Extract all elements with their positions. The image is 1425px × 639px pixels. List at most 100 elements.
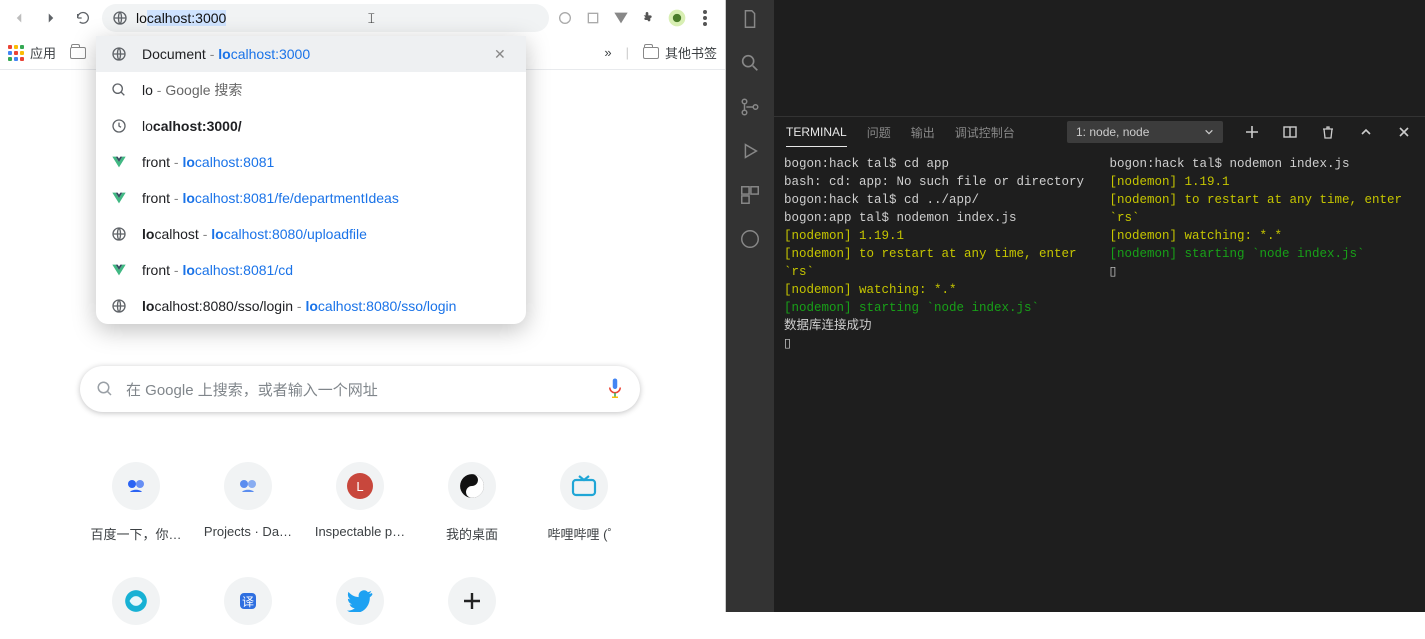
suggestion-row[interactable]: front - localhost:8081/fe/departmentIdea… <box>96 180 526 216</box>
source-control-icon[interactable] <box>737 94 763 120</box>
suggestion-row[interactable]: front - localhost:8081 <box>96 144 526 180</box>
suggestion-text: localhost:3000/ <box>142 118 512 134</box>
search-icon[interactable] <box>737 50 763 76</box>
profile-avatar[interactable] <box>667 8 687 28</box>
ntp-shortcuts: 百度一下，你… Projects · Da… L Inspectable p… 我… <box>80 462 640 639</box>
ntp-shortcut[interactable]: 百度一下，你… <box>80 462 192 543</box>
terminal-split: bogon:hack tal$ cd appbash: cd: app: No … <box>774 147 1425 612</box>
shortcut-tile <box>560 462 608 510</box>
chrome-menu-icon[interactable] <box>695 8 715 28</box>
ext-icon-2[interactable] <box>583 8 603 28</box>
suggestion-row[interactable]: Document - localhost:3000 ✕ <box>96 36 526 72</box>
suggestion-text: localhost:8080/sso/login - localhost:808… <box>142 298 512 314</box>
back-button[interactable] <box>6 5 32 31</box>
ntp-shortcut[interactable]: 我的桌面 <box>416 462 528 543</box>
terminal-selector[interactable]: 1: node, node <box>1067 121 1223 143</box>
other-bookmarks[interactable]: 其他书签 <box>643 43 717 62</box>
editor-area: TERMINAL 问题 输出 调试控制台 1: node, node bogon… <box>774 0 1425 612</box>
toolbar-right-icons <box>555 8 719 28</box>
search-icon <box>96 380 114 398</box>
terminal-line: [nodemon] to restart at any time, enter … <box>1110 191 1416 227</box>
terminal-line: [nodemon] watching: *.* <box>784 281 1090 299</box>
ext-icon-1[interactable] <box>555 8 575 28</box>
terminal-line: bogon:hack tal$ nodemon index.js <box>1110 155 1416 173</box>
tab-terminal[interactable]: TERMINAL <box>786 117 847 147</box>
shortcut-tile: 译 <box>224 577 272 625</box>
search-placeholder: 在 Google 上搜索，或者输入一个网址 <box>126 379 378 400</box>
voice-search-icon[interactable] <box>606 377 624 401</box>
forward-button[interactable] <box>38 5 64 31</box>
extensions-icon[interactable] <box>737 182 763 208</box>
apps-label: 应用 <box>30 43 56 62</box>
extensions-puzzle-icon[interactable] <box>639 8 659 28</box>
shortcut-tile: L <box>336 462 384 510</box>
new-terminal-icon[interactable] <box>1243 123 1261 141</box>
terminal-line: ▯ <box>1110 263 1416 281</box>
vscode-window: TERMINAL 问题 输出 调试控制台 1: node, node bogon… <box>726 0 1425 612</box>
tab-debug-console[interactable]: 调试控制台 <box>955 117 1015 147</box>
activity-bar <box>726 0 774 612</box>
split-terminal-icon[interactable] <box>1281 123 1299 141</box>
ntp-shortcut[interactable]: L Inspectable p… <box>304 462 416 543</box>
reload-button[interactable] <box>70 5 96 31</box>
remove-suggestion-icon[interactable]: ✕ <box>494 46 512 63</box>
apps-shortcut[interactable]: 应用 <box>8 43 56 62</box>
terminal-line: bogon:hack tal$ cd app <box>784 155 1090 173</box>
run-debug-icon[interactable] <box>737 138 763 164</box>
ntp-shortcut[interactable]: 译 <box>192 577 304 639</box>
suggestion-row[interactable]: localhost:8080/sso/login - localhost:808… <box>96 288 526 324</box>
terminal-right[interactable]: bogon:hack tal$ nodemon index.js [nodemon… <box>1100 147 1425 612</box>
suggestion-row[interactable]: lo - Google 搜索 <box>96 72 526 108</box>
vue-icon <box>110 261 128 279</box>
suggestion-text: front - localhost:8081/cd <box>142 262 512 278</box>
globe-icon <box>112 10 128 26</box>
apps-grid-icon <box>8 45 24 61</box>
chrome-window: localhost:3000 𝙸 Document - localhost:30… <box>0 0 726 612</box>
bottom-panel: TERMINAL 问题 输出 调试控制台 1: node, node bogon… <box>774 116 1425 612</box>
bookmarks-overflow[interactable]: » <box>604 45 611 60</box>
history-icon <box>110 117 128 135</box>
shortcut-label: Projects · Da… <box>204 524 292 539</box>
remote-icon[interactable] <box>737 226 763 252</box>
ntp-shortcut[interactable] <box>416 577 528 639</box>
shortcut-label: 百度一下，你… <box>90 524 181 543</box>
ntp-shortcut[interactable] <box>304 577 416 639</box>
suggestion-row[interactable]: localhost - localhost:8080/uploadfile <box>96 216 526 252</box>
ext-icon-3[interactable] <box>611 8 631 28</box>
ntp-shortcut[interactable]: Projects · Da… <box>192 462 304 543</box>
suggestion-text: localhost - localhost:8080/uploadfile <box>142 226 512 242</box>
globe-icon <box>110 225 128 243</box>
suggestion-text: front - localhost:8081/fe/departmentIdea… <box>142 190 512 206</box>
suggestion-row[interactable]: localhost:3000/ <box>96 108 526 144</box>
svg-text:译: 译 <box>242 595 254 609</box>
terminal-line: [nodemon] to restart at any time, enter … <box>784 245 1090 281</box>
suggestion-row[interactable]: front - localhost:8081/cd <box>96 252 526 288</box>
kill-terminal-icon[interactable] <box>1319 123 1337 141</box>
editor-empty <box>774 0 1425 116</box>
suggestion-text: lo - Google 搜索 <box>142 80 512 100</box>
google-search-box[interactable]: 在 Google 上搜索，或者输入一个网址 <box>80 366 640 412</box>
shortcut-tile <box>112 577 160 625</box>
panel-chevron-up-icon[interactable] <box>1357 123 1375 141</box>
tab-problems[interactable]: 问题 <box>867 117 891 147</box>
chrome-toolbar: localhost:3000 𝙸 <box>0 0 725 36</box>
panel-tabs: TERMINAL 问题 输出 调试控制台 1: node, node <box>774 117 1425 147</box>
panel-close-icon[interactable] <box>1395 123 1413 141</box>
ntp-shortcut[interactable] <box>80 577 192 639</box>
terminal-line: [nodemon] starting `node index.js` <box>1110 245 1416 263</box>
vue-icon <box>110 189 128 207</box>
folder-icon <box>70 47 86 59</box>
explorer-icon[interactable] <box>737 6 763 32</box>
address-typed: lo <box>136 10 147 26</box>
shortcut-tile <box>224 462 272 510</box>
shortcut-tile <box>448 577 496 625</box>
ntp-shortcut[interactable]: 哔哩哔哩 (゜ <box>528 462 640 543</box>
address-bar[interactable]: localhost:3000 𝙸 <box>102 4 549 32</box>
terminal-left[interactable]: bogon:hack tal$ cd appbash: cd: app: No … <box>774 147 1100 612</box>
text-cursor-icon: 𝙸 <box>366 10 376 27</box>
tab-output[interactable]: 输出 <box>911 117 935 147</box>
bookmark-folder-1[interactable] <box>70 47 86 59</box>
terminal-line: ▯ <box>784 335 1090 353</box>
suggestion-text: Document - localhost:3000 <box>142 46 480 62</box>
suggestion-text: front - localhost:8081 <box>142 154 512 170</box>
